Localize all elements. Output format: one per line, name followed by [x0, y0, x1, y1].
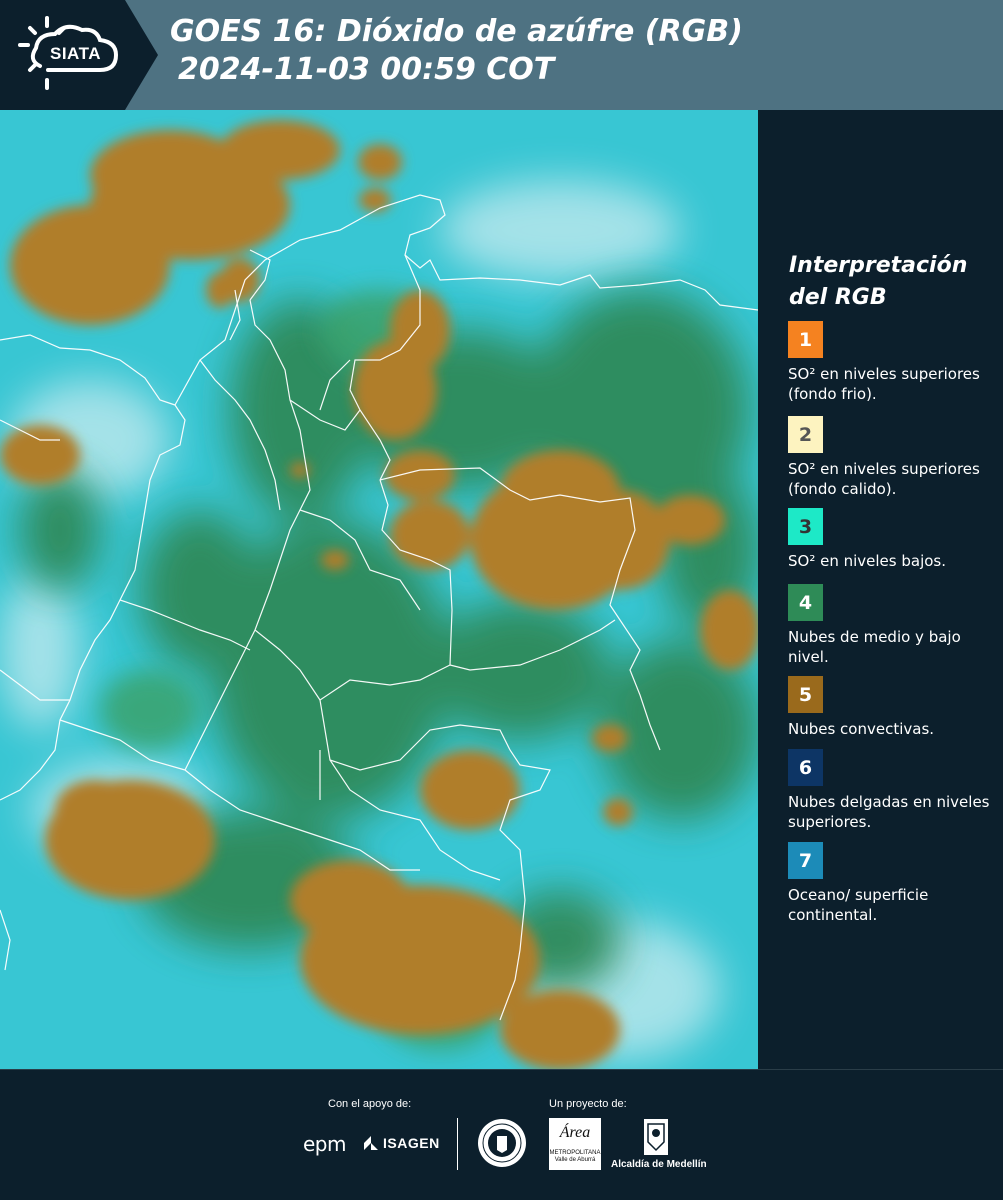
legend-swatch: 5	[788, 676, 823, 713]
isagen-logo: ISAGEN	[362, 1134, 440, 1152]
page-title: GOES 16: Dióxido de azúfre (RGB)	[170, 14, 743, 49]
alcaldia-shield-icon	[644, 1119, 668, 1155]
legend-label: SO² en niveles superiores (fondo calido)…	[788, 460, 980, 498]
legend-item-2: 2 SO² en niveles superiores (fondo calid…	[788, 416, 998, 499]
area-logo-text: Área	[559, 1124, 591, 1141]
medellin-seal-icon	[478, 1119, 526, 1167]
legend-swatch: 6	[788, 749, 823, 786]
isagen-text: ISAGEN	[383, 1135, 440, 1151]
satellite-image	[0, 110, 758, 1069]
legend-swatch: 4	[788, 584, 823, 621]
header-bar: SIATA GOES 16: Dióxido de azúfre (RGB) 2…	[0, 0, 1003, 110]
epm-logo: epm	[303, 1132, 346, 1156]
legend-label: SO² en niveles bajos.	[788, 552, 947, 570]
support-label: Con el apoyo de:	[328, 1098, 412, 1110]
legend-item-3: 3 SO² en niveles bajos.	[788, 508, 998, 571]
legend-item-5: 5 Nubes convectivas.	[788, 676, 998, 739]
legend-item-6: 6 Nubes delgadas en niveles superiores.	[788, 749, 998, 832]
legend-label: Nubes de medio y bajo nivel.	[788, 628, 961, 666]
siata-logo: SIATA	[0, 0, 158, 110]
footer-divider	[457, 1118, 458, 1170]
legend-swatch: 2	[788, 416, 823, 453]
legend-swatch: 7	[788, 842, 823, 879]
legend-label: Nubes convectivas.	[788, 720, 935, 738]
legend-title: Interpretación del RGB	[789, 253, 968, 310]
area-logo-subtext: METROPOLITANA Valle de Aburrá	[549, 1150, 601, 1163]
project-label: Un proyecto de:	[549, 1098, 627, 1110]
legend-label: Oceano/ superficie continental.	[788, 886, 929, 924]
siata-logo-text: SIATA	[50, 44, 101, 63]
legend-item-7: 7 Oceano/ superficie continental.	[788, 842, 998, 925]
legend-label: Nubes delgadas en niveles superiores.	[788, 793, 990, 831]
legend-swatch: 1	[788, 321, 823, 358]
isagen-icon	[364, 1136, 378, 1150]
legend-item-1: 1 SO² en niveles superiores (fondo frio)…	[788, 321, 998, 404]
legend-swatch: 3	[788, 508, 823, 545]
legend-panel: Interpretación del RGB 1 SO² en niveles …	[760, 110, 1003, 1069]
legend-label: SO² en niveles superiores (fondo frio).	[788, 365, 980, 403]
timestamp: 2024-11-03 00:59 COT	[178, 52, 555, 87]
alcaldia-logo-text: Alcaldía de Medellín	[611, 1159, 707, 1170]
legend-item-4: 4 Nubes de medio y bajo nivel.	[788, 584, 998, 667]
area-metropolitana-logo: Área METROPOLITANA Valle de Aburrá	[549, 1118, 601, 1170]
footer: Con el apoyo de: Un proyecto de: epm ISA…	[0, 1069, 1003, 1200]
